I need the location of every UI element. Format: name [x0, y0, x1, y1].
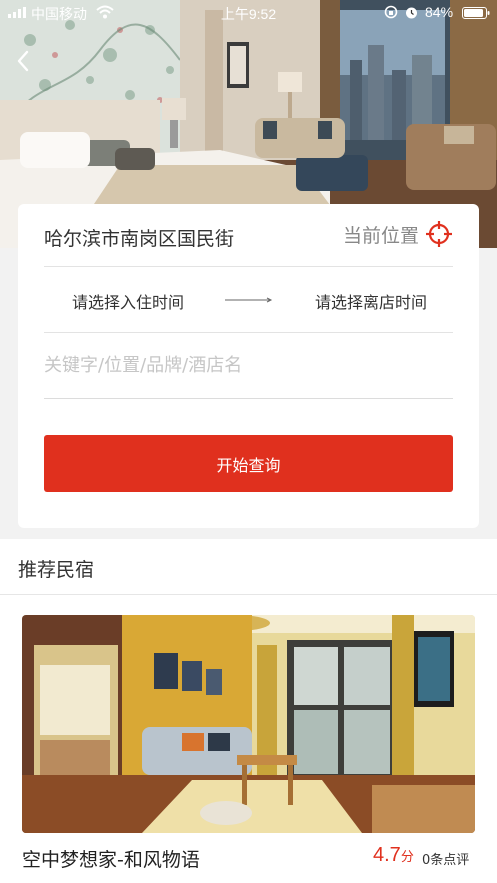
arrow-right-icon: [225, 297, 273, 303]
listing-photo[interactable]: [22, 615, 475, 833]
status-bar: 中国移动 上午9:52 84%: [0, 0, 497, 26]
location-text[interactable]: 哈尔滨市南岗区国民街: [44, 224, 234, 251]
score-unit: 分: [400, 850, 414, 865]
start-search-button[interactable]: 开始查询: [44, 435, 453, 492]
location-row: 哈尔滨市南岗区国民街 当前位置: [44, 204, 453, 267]
keyword-input[interactable]: [44, 346, 444, 384]
alarm-icon: [406, 7, 417, 19]
battery-icon: [462, 7, 490, 19]
battery-percent: 84%: [425, 4, 454, 20]
listing-name[interactable]: 空中梦想家-和风物语: [22, 845, 200, 872]
keyword-row: [44, 332, 453, 399]
search-card: 哈尔滨市南岗区国民街 当前位置 请选择入住时间 请选择离店时间 开始查询: [18, 204, 479, 528]
divider: [0, 594, 497, 595]
rotation-lock-icon: [384, 5, 398, 19]
back-button[interactable]: [8, 46, 38, 76]
date-row: 请选择入住时间 请选择离店时间: [44, 266, 453, 333]
listing-score: 4.7分: [373, 844, 414, 867]
living-room-photo: [22, 615, 475, 833]
chevron-left-icon: [17, 50, 29, 72]
review-count: 0条点评: [422, 853, 470, 868]
crosshair-icon: [426, 221, 452, 247]
section-title: 推荐民宿: [18, 559, 95, 581]
checkout-date-selector[interactable]: 请选择离店时间: [315, 289, 427, 313]
current-location-button[interactable]: 当前位置: [343, 220, 453, 248]
current-location-label: 当前位置: [342, 224, 419, 247]
recommendations-section: 推荐民宿 空中梦想家-和风物语 4.7分 0条点评: [0, 539, 497, 883]
clock: 上午9:52: [220, 6, 277, 22]
score-value: 4.7: [373, 844, 401, 866]
checkin-date-selector[interactable]: 请选择入住时间: [72, 289, 184, 313]
